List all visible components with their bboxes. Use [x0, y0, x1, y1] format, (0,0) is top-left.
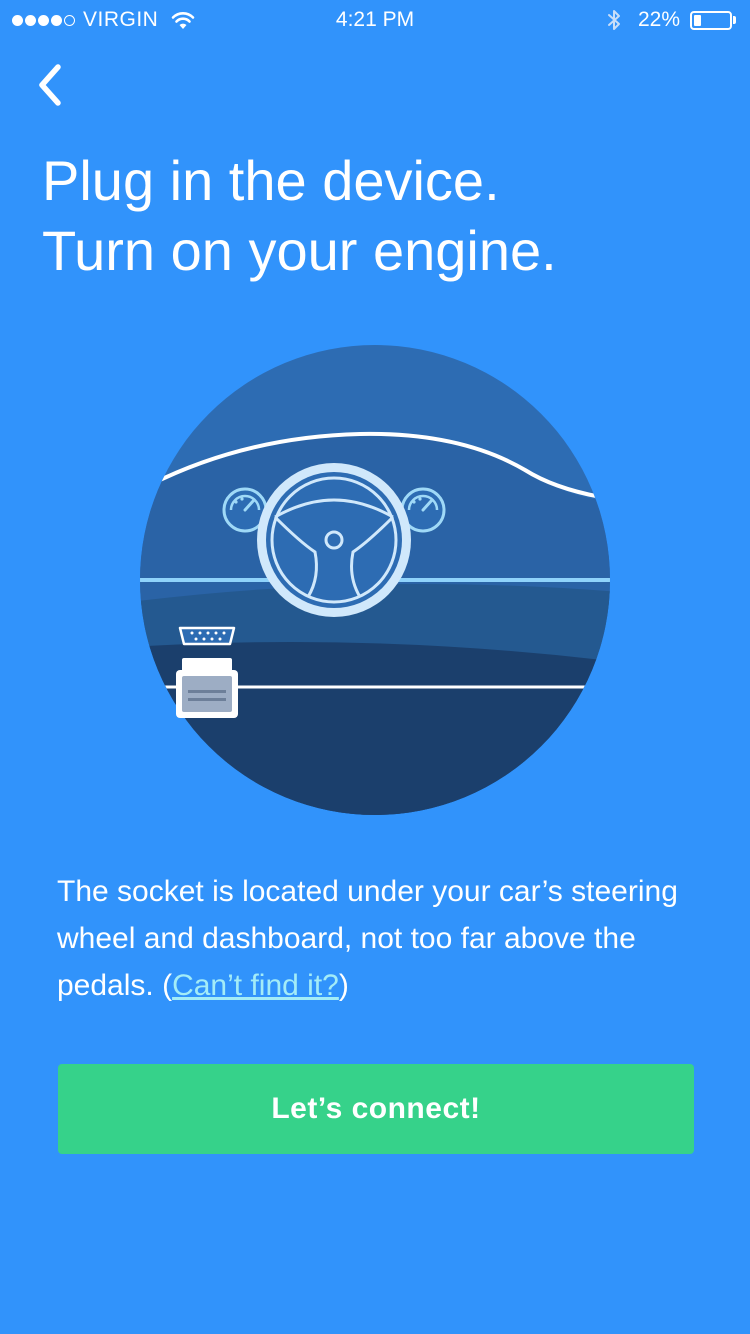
battery-fill: [694, 14, 701, 26]
steering-wheel-icon: [257, 463, 411, 617]
obd-device-icon: [176, 626, 238, 718]
dashboard-illustration: [140, 345, 610, 815]
page-title: Plug in the device. Turn on your engine.: [42, 146, 722, 286]
instructions-body: The socket is located under your car’s s…: [57, 875, 678, 1002]
status-right: 22%: [606, 8, 736, 32]
bluetooth-icon: [607, 10, 620, 30]
connect-button[interactable]: Let’s connect!: [58, 1064, 694, 1154]
title-line-2: Turn on your engine.: [42, 219, 557, 282]
instructions-text: The socket is located under your car’s s…: [57, 868, 697, 1009]
title-line-1: Plug in the device.: [42, 149, 500, 212]
chevron-left-icon: [39, 64, 61, 106]
back-button[interactable]: [26, 60, 70, 110]
battery-icon: [690, 10, 732, 30]
status-bar: VIRGIN 4:21 PM 22%: [0, 0, 750, 40]
battery-percent: 22%: [637, 8, 680, 31]
instructions-suffix: ): [338, 969, 349, 1002]
battery-cap: [733, 16, 736, 24]
cant-find-it-link[interactable]: Can’t find it?: [172, 969, 339, 1002]
